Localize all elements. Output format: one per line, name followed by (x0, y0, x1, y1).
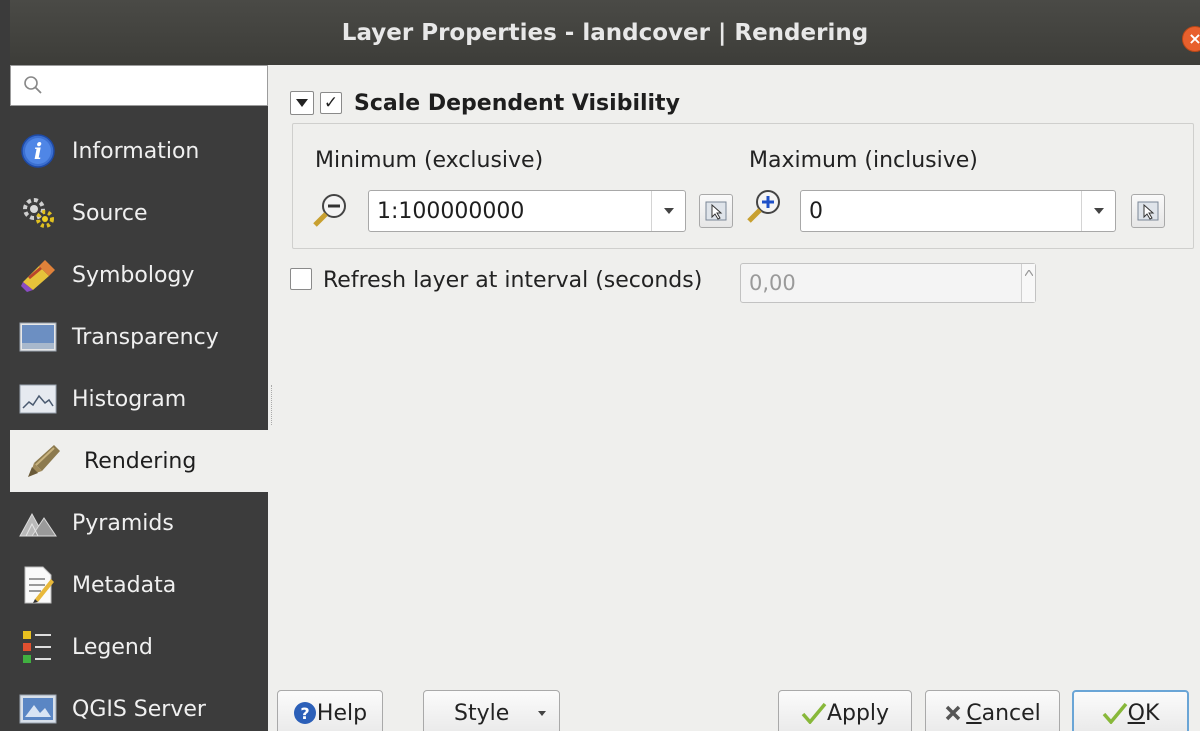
spin-up-button[interactable] (1021, 264, 1035, 302)
minimum-scale-value: 1:100000000 (377, 198, 525, 224)
sidebar-item-label: Rendering (84, 448, 197, 474)
transparency-icon (18, 317, 58, 357)
rendering-icon (24, 441, 64, 481)
chevron-down-icon (538, 711, 546, 716)
map-canvas-pointer-icon (705, 201, 727, 221)
cancel-button[interactable]: Cancel (925, 690, 1060, 731)
pyramids-icon (18, 503, 58, 543)
information-icon: i (18, 131, 58, 171)
scale-visibility-title: Scale Dependent Visibility (354, 90, 680, 116)
sidebar-item-label: QGIS Server (72, 696, 206, 722)
sidebar-item-histogram[interactable]: Histogram (10, 368, 268, 430)
style-button[interactable]: Style (423, 690, 560, 731)
maximum-scale-label: Maximum (inclusive) (749, 148, 978, 173)
search-icon (24, 76, 42, 94)
apply-button[interactable]: Apply (778, 690, 912, 731)
apply-label: Apply (826, 700, 890, 726)
checkmark-icon: ✓ (323, 93, 339, 113)
refresh-interval-spinbox[interactable]: 0,00 (740, 263, 1036, 303)
ok-mnemonic: O (1127, 700, 1145, 726)
sidebar-item-legend[interactable]: Legend (10, 616, 268, 678)
qgis-server-icon (18, 689, 58, 729)
help-icon: ? (293, 702, 316, 724)
sidebar-item-qgis-server[interactable]: QGIS Server (10, 678, 268, 731)
minimum-scale-label: Minimum (exclusive) (315, 148, 544, 173)
rendering-panel: ✓ Scale Dependent Visibility Minimum (ex… (275, 65, 1200, 731)
maximum-scale-dropdown[interactable] (1081, 191, 1115, 231)
window-title: Layer Properties - landcover | Rendering (341, 19, 869, 46)
set-minimum-from-canvas-button[interactable] (699, 194, 733, 228)
sidebar-item-label: Information (72, 138, 200, 164)
minimum-scale-dropdown[interactable] (651, 191, 685, 231)
chevron-down-icon (1093, 208, 1104, 214)
scale-visibility-groupbox: Minimum (exclusive) Maximum (inclusive) … (292, 123, 1194, 249)
maximum-scale-combo[interactable]: 0 (800, 190, 1116, 232)
source-icon (18, 193, 58, 233)
sidebar-item-label: Pyramids (72, 510, 174, 536)
sidebar-item-pyramids[interactable]: Pyramids (10, 492, 268, 554)
minimum-scale-combo[interactable]: 1:100000000 (368, 190, 686, 232)
cross-icon (945, 705, 961, 721)
chevron-down-icon (663, 208, 674, 214)
sidebar-item-label: Metadata (72, 572, 177, 598)
scale-visibility-checkbox[interactable]: ✓ (320, 92, 342, 114)
sidebar-item-symbology[interactable]: Symbology (10, 244, 268, 306)
search-input[interactable] (10, 65, 268, 106)
ok-label: OK (1128, 701, 1160, 726)
map-canvas-pointer-icon (1137, 201, 1159, 221)
histogram-icon (18, 379, 58, 419)
symbology-icon (18, 255, 58, 295)
ok-label-rest: K (1144, 700, 1160, 726)
zoom-out-icon (313, 194, 346, 227)
sidebar-item-rendering[interactable]: Rendering (10, 430, 268, 492)
sidebar-item-label: Legend (72, 634, 153, 660)
sidebar-item-label: Transparency (72, 324, 219, 350)
chevron-up-icon (1024, 270, 1033, 276)
collapse-toggle-button[interactable] (290, 91, 314, 115)
help-button[interactable]: ? Help (277, 690, 383, 731)
refresh-interval-value: 0,00 (749, 271, 796, 295)
help-label: Help (316, 700, 368, 726)
legend-icon (18, 627, 58, 667)
cancel-mnemonic: C (966, 700, 982, 726)
sidebar-item-transparency[interactable]: Transparency (10, 306, 268, 368)
checkmark-icon (801, 702, 827, 724)
close-icon: × (1188, 29, 1200, 48)
cancel-label: Cancel (966, 701, 1041, 726)
checkmark-icon (1102, 702, 1127, 724)
sidebar-item-label: Histogram (72, 386, 187, 412)
svg-text:?: ? (300, 704, 309, 723)
maximum-scale-value: 0 (809, 198, 823, 224)
style-label: Style (454, 700, 510, 726)
ok-button[interactable]: OK (1072, 690, 1189, 731)
sidebar: i Information Source Symbology Transpare… (10, 65, 268, 731)
cancel-label-rest: ancel (981, 700, 1041, 726)
close-button[interactable]: × (1182, 26, 1200, 52)
set-maximum-from-canvas-button[interactable] (1131, 194, 1165, 228)
sidebar-item-metadata[interactable]: Metadata (10, 554, 268, 616)
refresh-interval-checkbox[interactable] (290, 268, 312, 290)
zoom-in-icon (747, 190, 780, 223)
triangle-down-icon (296, 99, 308, 107)
metadata-icon (18, 565, 58, 605)
refresh-interval-label: Refresh layer at interval (seconds) (323, 268, 703, 293)
sidebar-item-information[interactable]: i Information (10, 120, 268, 182)
sidebar-item-label: Source (72, 200, 148, 226)
scale-visibility-header: ✓ Scale Dependent Visibility (290, 90, 680, 116)
sidebar-item-source[interactable]: Source (10, 182, 268, 244)
sidebar-item-label: Symbology (72, 262, 195, 288)
splitter-grip[interactable] (271, 385, 272, 425)
svg-text:i: i (34, 139, 42, 165)
window-titlebar: Layer Properties - landcover | Rendering… (10, 0, 1200, 65)
